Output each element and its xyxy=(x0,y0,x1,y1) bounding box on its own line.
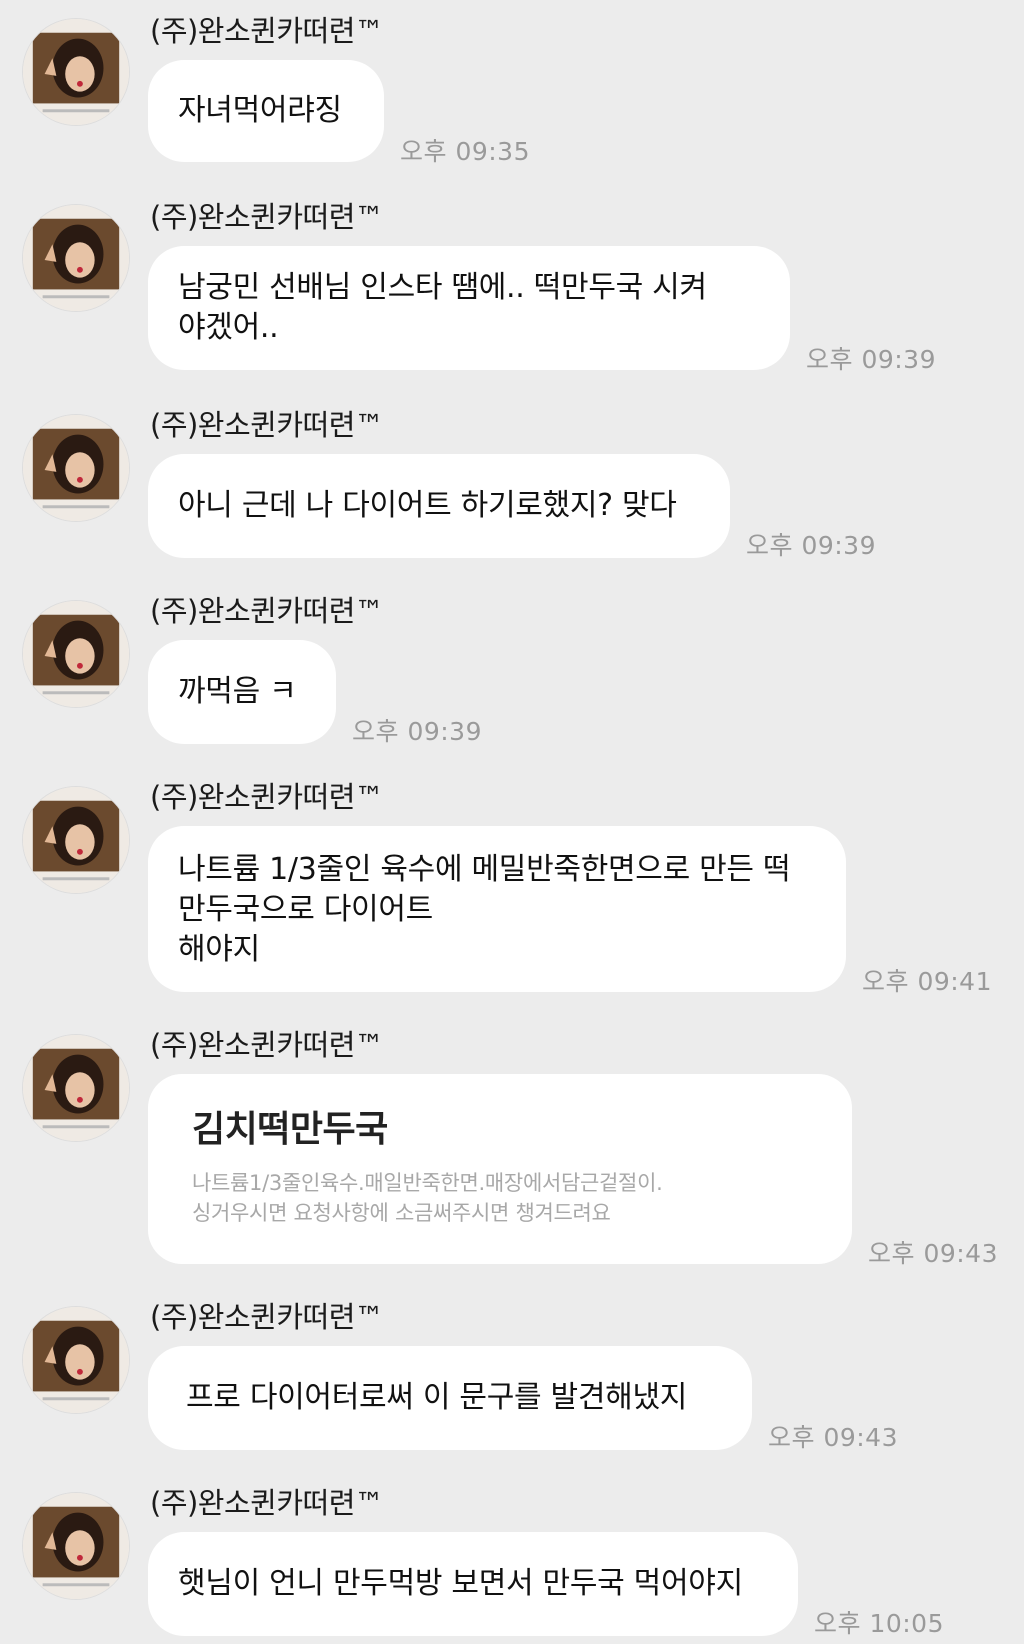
message-bubble[interactable]: 자녀먹어랴징 xyxy=(148,60,384,162)
avatar[interactable] xyxy=(22,1492,130,1600)
sender-name: (주)완소퀸카떠련™ xyxy=(150,408,384,442)
profile-photo-icon xyxy=(23,205,129,311)
message-text: 남궁민 선배님 인스타 땜에.. 떡만두국 시켜 xyxy=(178,270,707,305)
message-time: 오후 09:43 xyxy=(768,1423,898,1452)
message-text: 야겠어.. xyxy=(178,310,279,345)
sender-name: (주)완소퀸카떠련™ xyxy=(150,1028,384,1062)
message-time: 오후 09:43 xyxy=(868,1239,998,1268)
card-description: 나트륨1/3줄인육수.매일반죽한면.매장에서담근겉절이. xyxy=(192,1171,663,1195)
sender-name: (주)완소퀸카떠련™ xyxy=(150,200,384,234)
message-text: 프로 다이어터로써 이 문구를 발견해냈지 xyxy=(186,1380,688,1415)
message-time: 오후 10:05 xyxy=(814,1609,944,1638)
profile-photo-icon xyxy=(23,19,129,125)
message-time: 오후 09:39 xyxy=(352,717,482,746)
sender-name: (주)완소퀸카떠련™ xyxy=(150,1486,384,1520)
sender-name: (주)완소퀸카떠련™ xyxy=(150,14,384,48)
message-bubble[interactable]: 아니 근데 나 다이어트 하기로했지? 맞다 xyxy=(148,454,730,558)
message-time: 오후 09:39 xyxy=(746,531,876,560)
profile-photo-icon xyxy=(23,601,129,707)
sender-name: (주)완소퀸카떠련™ xyxy=(150,780,384,814)
message-bubble[interactable]: 프로 다이어터로써 이 문구를 발견해냈지 xyxy=(148,1346,752,1450)
message-bubble[interactable]: 나트륨 1/3줄인 육수에 메밀반죽한면으로 만든 떡 만두국으로 다이어트 해… xyxy=(148,826,846,992)
message-text: 까먹음 ㅋ xyxy=(178,674,297,709)
avatar[interactable] xyxy=(22,414,130,522)
message-bubble[interactable]: 햇님이 언니 만두먹방 보면서 만두국 먹어야지 xyxy=(148,1532,798,1636)
message-text: 나트륨 1/3줄인 육수에 메밀반죽한면으로 만든 떡 xyxy=(178,852,791,887)
message-time: 오후 09:39 xyxy=(806,345,936,374)
message-time: 오후 09:41 xyxy=(862,967,992,996)
sender-name: (주)완소퀸카떠련™ xyxy=(150,594,384,628)
message-text: 만두국으로 다이어트 xyxy=(178,892,433,927)
card-description: 싱거우시면 요청사항에 소금써주시면 챙겨드려요 xyxy=(192,1201,611,1225)
card-title: 김치떡만두국 xyxy=(192,1109,388,1150)
avatar[interactable] xyxy=(22,1306,130,1414)
profile-photo-icon xyxy=(23,1307,129,1413)
message-text: 해야지 xyxy=(178,932,260,967)
message-time: 오후 09:35 xyxy=(400,137,530,166)
avatar[interactable] xyxy=(22,1034,130,1142)
profile-photo-icon xyxy=(23,415,129,521)
message-bubble[interactable]: 남궁민 선배님 인스타 땜에.. 떡만두국 시켜 야겠어.. xyxy=(148,246,790,370)
profile-photo-icon xyxy=(23,1035,129,1141)
profile-photo-icon xyxy=(23,787,129,893)
shared-card[interactable]: 김치떡만두국 나트륨1/3줄인육수.매일반죽한면.매장에서담근겉절이. 싱거우시… xyxy=(148,1074,852,1264)
avatar[interactable] xyxy=(22,600,130,708)
avatar[interactable] xyxy=(22,18,130,126)
message-bubble[interactable]: 까먹음 ㅋ xyxy=(148,640,336,744)
message-text: 햇님이 언니 만두먹방 보면서 만두국 먹어야지 xyxy=(178,1566,743,1601)
message-text: 자녀먹어랴징 xyxy=(178,93,342,128)
sender-name: (주)완소퀸카떠련™ xyxy=(150,1300,384,1334)
avatar[interactable] xyxy=(22,204,130,312)
profile-photo-icon xyxy=(23,1493,129,1599)
avatar[interactable] xyxy=(22,786,130,894)
message-text: 아니 근데 나 다이어트 하기로했지? 맞다 xyxy=(178,488,677,523)
